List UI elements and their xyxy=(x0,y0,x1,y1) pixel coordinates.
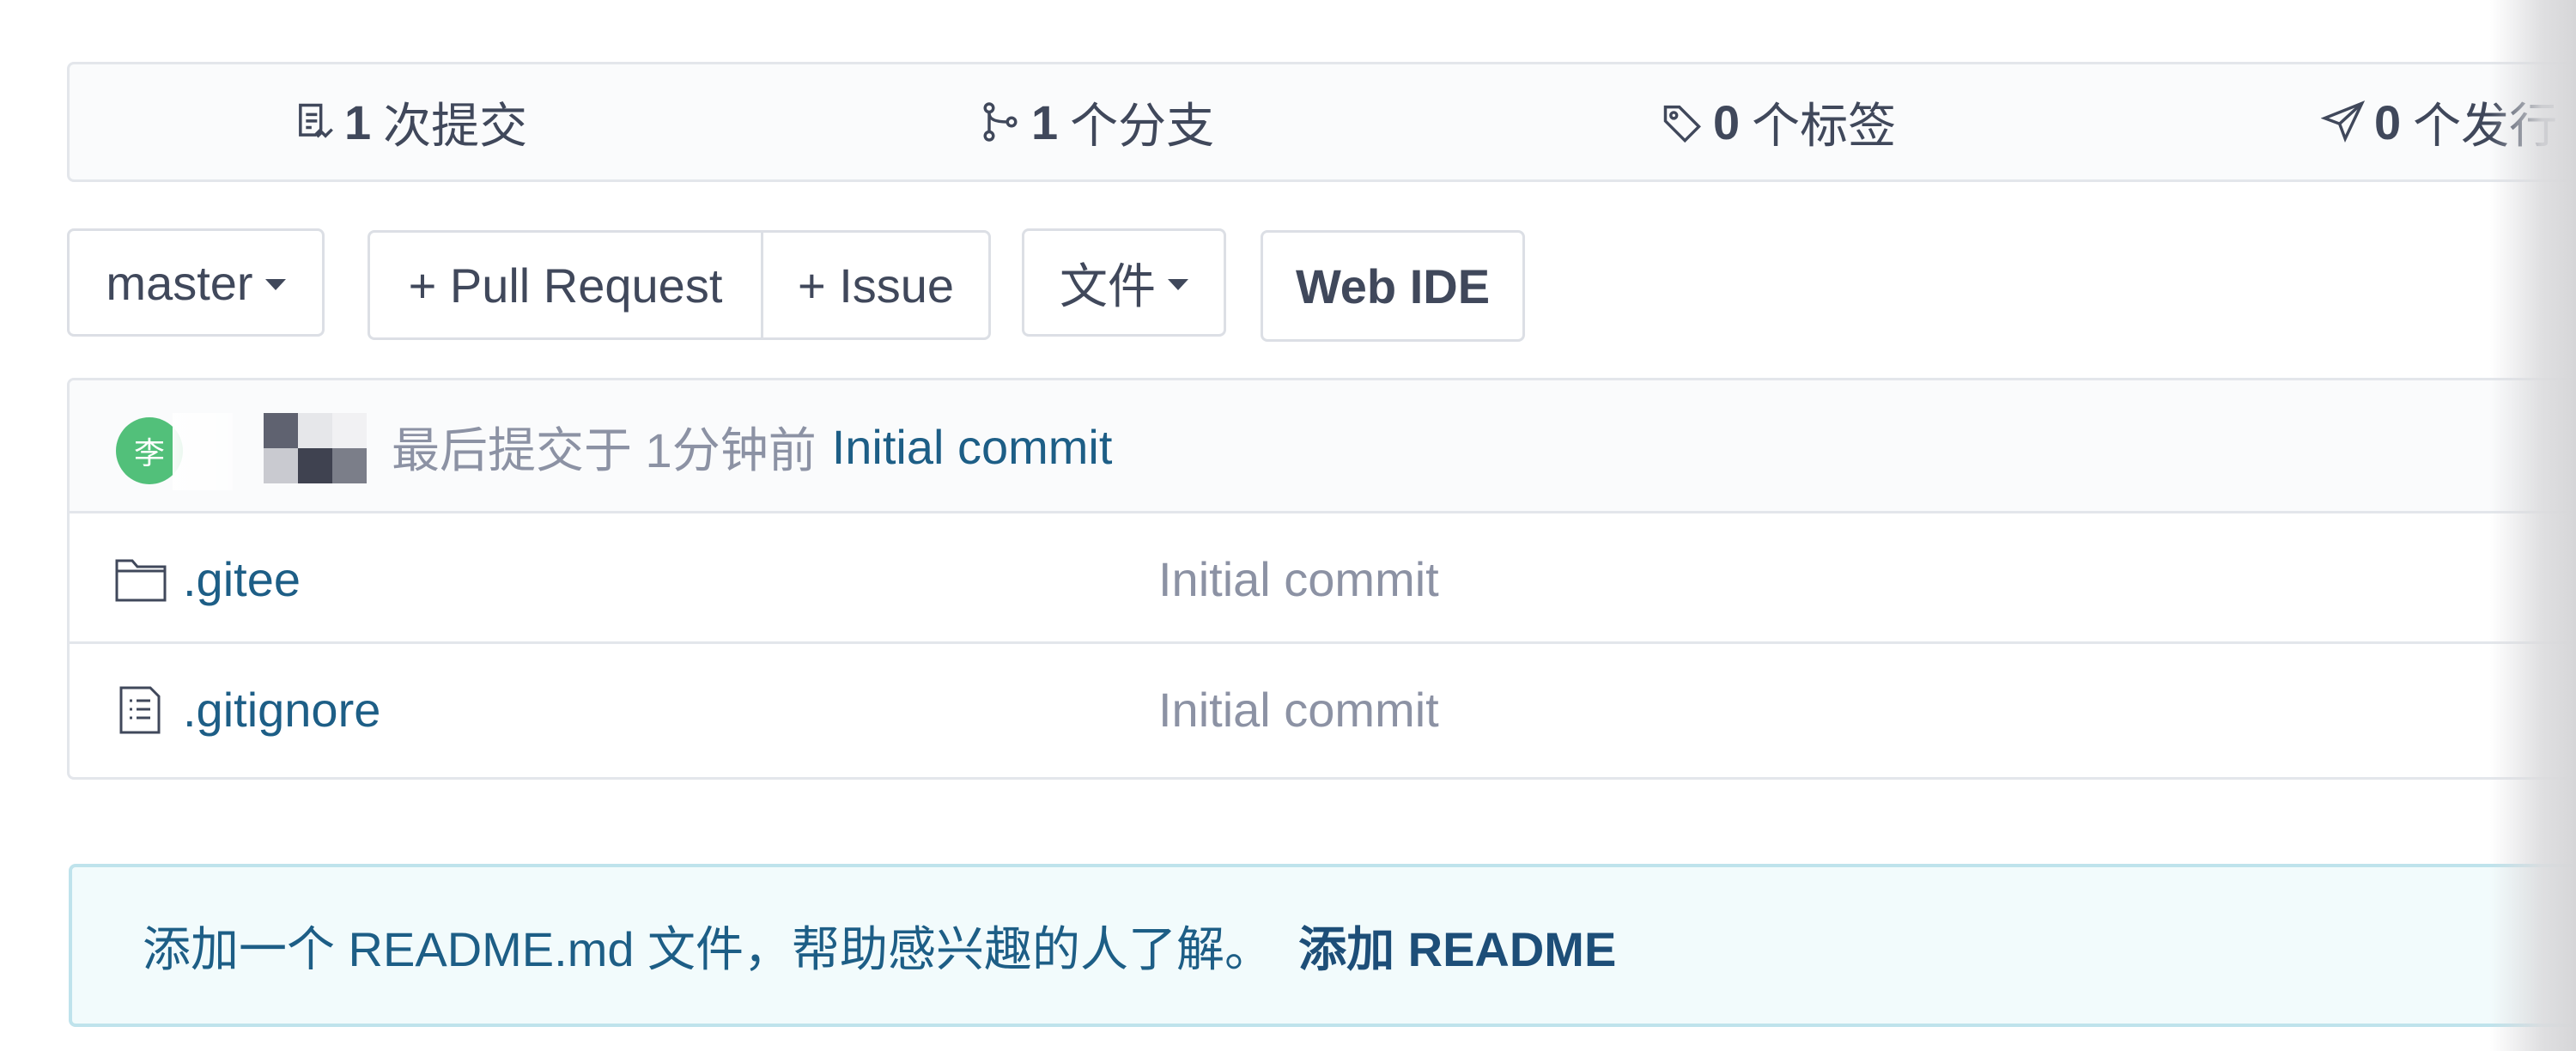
branch-select[interactable]: master xyxy=(67,228,325,337)
file-menu-label: 文件 xyxy=(1060,258,1156,313)
folder-icon xyxy=(114,555,167,604)
pixelated-author-image xyxy=(264,413,370,483)
releases-stat[interactable]: 0 个发行 xyxy=(2321,64,2557,179)
caret-down-icon xyxy=(264,278,286,290)
commit-file-icon xyxy=(291,100,336,144)
file-commit-message[interactable]: Initial commit xyxy=(1158,513,1439,644)
pr-issue-button-group: + Pull Request + Issue xyxy=(368,230,991,340)
commits-stat[interactable]: 1 次提交 xyxy=(291,64,527,179)
file-row[interactable]: .gitee Initial commit xyxy=(70,513,2576,644)
branch-icon xyxy=(978,100,1023,144)
releases-count: 0 xyxy=(2374,94,2402,149)
file-name-link[interactable]: .gitignore xyxy=(183,644,380,775)
add-readme-link[interactable]: 添加 README xyxy=(1298,911,1616,981)
readme-notice: 添加一个 README.md 文件，帮助感兴趣的人了解。 添加 README xyxy=(69,864,2576,1027)
commit-meta: 最后提交于 1分钟前 Initial commit xyxy=(392,380,1112,513)
tags-count: 0 xyxy=(1713,94,1741,149)
commits-count: 1 xyxy=(344,94,372,149)
commit-message-link[interactable]: Initial commit xyxy=(832,419,1113,475)
file-commit-message[interactable]: Initial commit xyxy=(1158,644,1439,775)
commit-time: 最后提交于 1分钟前 xyxy=(392,423,817,477)
branches-stat[interactable]: 1 个分支 xyxy=(978,64,1214,179)
branches-count: 1 xyxy=(1031,94,1059,149)
file-name-link[interactable]: .gitee xyxy=(183,513,301,644)
tag-icon xyxy=(1660,100,1704,144)
tags-stat[interactable]: 0 个标签 xyxy=(1660,64,1896,179)
repo-page: 1 次提交 1 个分支 0 个标签 0 个发行 master + Pull Re… xyxy=(0,0,2576,1051)
web-ide-button[interactable]: Web IDE xyxy=(1261,230,1525,342)
commits-label: 次提交 xyxy=(383,98,528,153)
branches-label: 个分支 xyxy=(1070,98,1215,153)
readme-notice-text: 添加一个 README.md 文件，帮助感兴趣的人了解。 xyxy=(143,921,1273,976)
caret-down-icon xyxy=(1168,278,1188,290)
file-row[interactable]: .gitignore Initial commit xyxy=(70,644,2576,775)
blurred-author-name xyxy=(173,413,233,490)
send-icon xyxy=(2321,100,2366,144)
releases-label: 个发行 xyxy=(2413,98,2558,153)
latest-commit-header: 李 最后提交于 1分钟前 Initial commit xyxy=(70,380,2576,513)
new-pull-request-button[interactable]: + Pull Request xyxy=(370,233,763,337)
file-menu-button[interactable]: 文件 xyxy=(1022,228,1226,337)
new-issue-button[interactable]: + Issue xyxy=(763,233,988,337)
file-list-panel: 李 最后提交于 1分钟前 Initial commit .gitee Initi… xyxy=(67,378,2576,780)
tags-label: 个标签 xyxy=(1752,98,1897,153)
branch-select-label: master xyxy=(106,255,253,310)
file-text-icon xyxy=(114,685,167,735)
repo-stats-bar: 1 次提交 1 个分支 0 个标签 0 个发行 xyxy=(67,62,2576,182)
